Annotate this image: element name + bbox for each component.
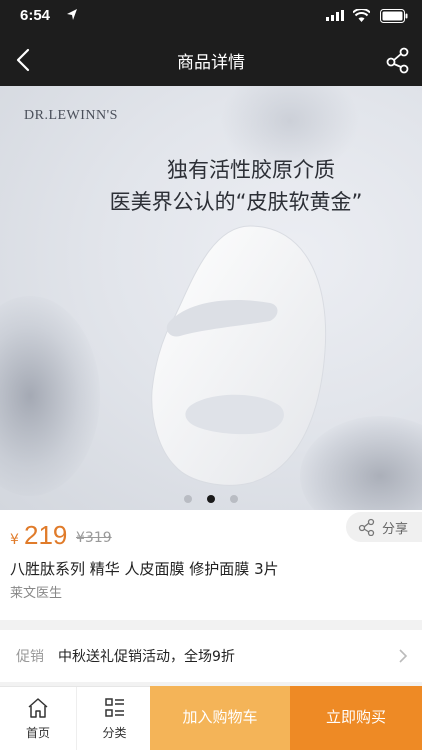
share-label: 分享: [382, 522, 409, 537]
banner-tagline: 独有活性胶原介质: [167, 158, 335, 182]
tab-home-label: 首页: [25, 726, 50, 740]
navigation-bar: 商品详情: [0, 34, 422, 86]
banner-tagline: 医美界公认的“皮肤软黄金”: [109, 190, 363, 214]
share-button[interactable]: 分享: [346, 512, 422, 542]
brand-logo: DR.LEWINN'S: [24, 108, 118, 123]
add-to-cart-button[interactable]: 加入购物车: [150, 686, 290, 750]
signal-icon: [326, 10, 344, 21]
status-bar: 6:54: [0, 0, 422, 34]
promotion-text: 中秋送礼促销活动，全场9折: [58, 649, 235, 665]
product-info: ¥ 219 ¥319 分享 八胜肽系列 精华 人皮面膜 修护面膜 3片 莱文医生: [0, 510, 422, 620]
face-mask-image: [151, 225, 327, 486]
currency-symbol: ¥: [10, 532, 19, 548]
carousel-dot[interactable]: [230, 495, 239, 503]
location-arrow-icon: [67, 9, 77, 20]
page-title: 商品详情: [177, 53, 245, 73]
carousel-dot-active[interactable]: [207, 495, 215, 503]
price: 219: [24, 520, 68, 550]
carousel-indicator: [0, 488, 422, 507]
share-icon: [358, 518, 375, 536]
promotion-label: 促销: [16, 649, 44, 665]
battery-icon: [380, 9, 408, 23]
share-icon[interactable]: [384, 46, 412, 74]
product-name: 八胜肽系列 精华 人皮面膜 修护面膜 3片: [10, 560, 279, 578]
product-brand[interactable]: 莱文医生: [10, 582, 62, 601]
tab-category-label: 分类: [102, 726, 127, 740]
smoke-decoration: [0, 296, 100, 496]
tab-home[interactable]: 首页: [0, 687, 76, 750]
promotion-row[interactable]: 促销 中秋送礼促销活动，全场9折: [0, 630, 422, 682]
wifi-icon: [353, 9, 370, 22]
status-time: 6:54: [20, 7, 51, 24]
buy-now-button[interactable]: 立即购买: [290, 686, 422, 750]
tab-category[interactable]: 分类: [76, 687, 152, 750]
home-icon: [28, 698, 48, 718]
original-price: ¥319: [76, 530, 112, 546]
carousel-dot[interactable]: [183, 495, 192, 503]
category-list-icon: [104, 698, 124, 717]
product-image-carousel[interactable]: DR.LEWINN'S 独有活性胶原介质 医美界公认的“皮肤软黄金”: [0, 86, 422, 510]
chevron-right-icon: [399, 649, 408, 663]
